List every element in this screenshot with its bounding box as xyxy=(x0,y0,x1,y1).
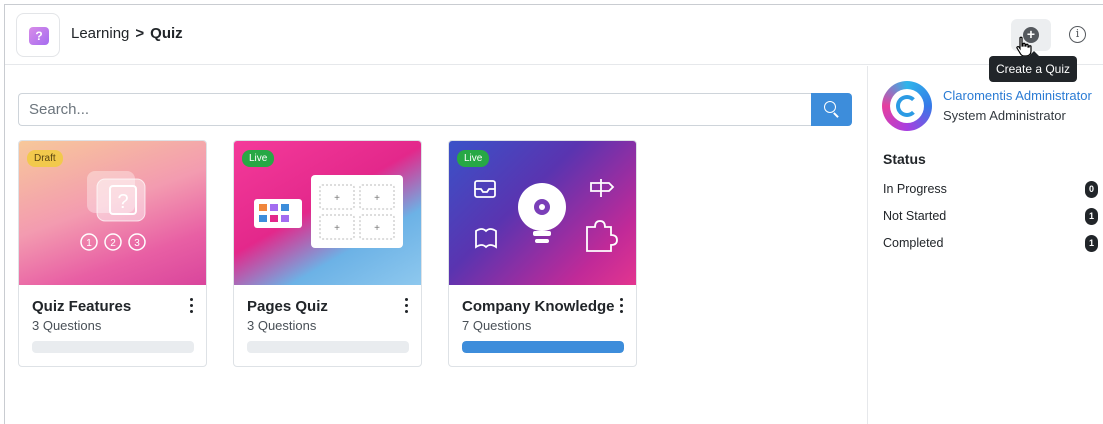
status-badge: Live xyxy=(242,150,275,167)
status-heading: Status xyxy=(883,151,926,167)
svg-text:+: + xyxy=(374,193,380,204)
status-label: Completed xyxy=(883,236,944,250)
status-row-not-started: Not Started 1 xyxy=(883,208,1098,225)
quiz-question-count: 3 Questions xyxy=(32,318,102,333)
progress-bar xyxy=(247,341,409,353)
status-row-in-progress: In Progress 0 xyxy=(883,181,1098,198)
progress-bar xyxy=(32,341,194,353)
status-badge: Live xyxy=(457,150,490,167)
kebab-icon[interactable] xyxy=(405,298,409,316)
user-role: System Administrator xyxy=(943,108,1066,123)
search-button[interactable] xyxy=(811,93,852,126)
progress-bar xyxy=(462,341,624,353)
quiz-card[interactable]: Live + + + + Pages Quiz 3 Questions xyxy=(233,140,422,367)
status-count-badge: 1 xyxy=(1085,208,1098,225)
svg-text:3: 3 xyxy=(134,238,140,249)
svg-text:2: 2 xyxy=(110,238,116,249)
quiz-card-image: Live xyxy=(449,141,636,285)
quiz-app-icon[interactable]: ? xyxy=(16,13,60,57)
info-icon: i xyxy=(1069,26,1086,43)
svg-text:+: + xyxy=(374,223,380,234)
status-label: In Progress xyxy=(883,182,947,196)
kebab-icon[interactable] xyxy=(620,298,624,316)
progress-fill xyxy=(462,341,624,353)
breadcrumb: Learning > Quiz xyxy=(71,25,183,42)
quiz-question-count: 3 Questions xyxy=(247,318,317,333)
breadcrumb-separator: > xyxy=(135,25,145,42)
quiz-card-image: Live + + + + xyxy=(234,141,421,285)
breadcrumb-learning[interactable]: Learning xyxy=(71,25,129,42)
quiz-card[interactable]: Live Company Knowledge 7 Questions xyxy=(448,140,637,367)
sidebar: Claromentis Administrator System Adminis… xyxy=(867,66,1103,424)
header: ? Learning > Quiz + i xyxy=(5,5,1103,65)
kebab-icon[interactable] xyxy=(190,298,194,316)
question-icon: ? xyxy=(29,27,49,45)
svg-text:1: 1 xyxy=(86,238,92,249)
breadcrumb-current: Quiz xyxy=(150,25,183,42)
user-name-link[interactable]: Claromentis Administrator xyxy=(943,88,1092,103)
status-badge: Draft xyxy=(27,150,63,167)
quiz-title[interactable]: Company Knowledge xyxy=(462,298,615,315)
quiz-card[interactable]: Draft ? 1 2 3 Quiz Features 3 Questions xyxy=(18,140,207,367)
quiz-title[interactable]: Quiz Features xyxy=(32,298,131,315)
main-content: Draft ? 1 2 3 Quiz Features 3 Questions … xyxy=(5,66,867,424)
status-label: Not Started xyxy=(883,209,947,223)
status-count-badge: 0 xyxy=(1085,181,1098,198)
svg-text:?: ? xyxy=(117,191,128,213)
app-window: ? Learning > Quiz + i Create a Quiz Draf… xyxy=(4,4,1103,424)
quiz-question-count: 7 Questions xyxy=(462,318,532,333)
quiz-title[interactable]: Pages Quiz xyxy=(247,298,328,315)
avatar[interactable] xyxy=(882,81,932,131)
status-row-completed: Completed 1 xyxy=(883,235,1098,252)
quiz-card-image: Draft ? 1 2 3 xyxy=(19,141,206,285)
create-quiz-tooltip: Create a Quiz xyxy=(989,51,1077,82)
status-count-badge: 1 xyxy=(1085,235,1098,252)
svg-text:+: + xyxy=(334,193,340,204)
info-button[interactable]: i xyxy=(1058,19,1098,51)
svg-text:+: + xyxy=(334,223,340,234)
search-input[interactable] xyxy=(18,93,811,126)
